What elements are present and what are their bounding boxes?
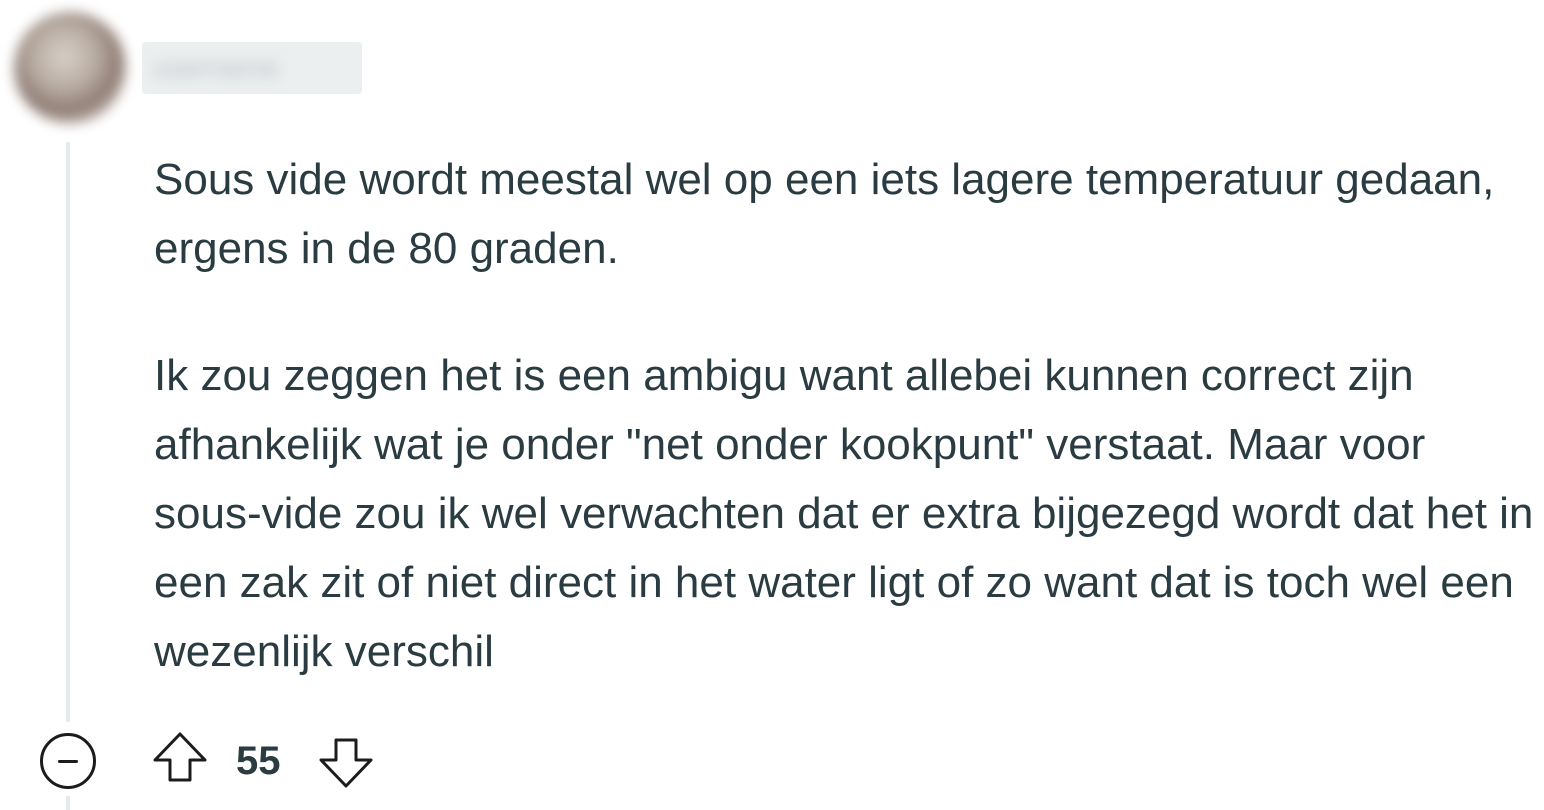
thread-line[interactable]	[66, 142, 70, 722]
collapse-thread-button[interactable]	[40, 733, 96, 789]
comment-paragraph: Sous vide wordt meestal wel op een iets …	[154, 155, 1495, 273]
username-link[interactable]: username	[142, 42, 362, 94]
avatar[interactable]	[14, 12, 126, 124]
comment-body: Sous vide wordt meestal wel op een iets …	[154, 145, 1534, 686]
arrow-up-outline-icon	[153, 732, 207, 782]
collapse-minus-circle-icon	[58, 760, 78, 763]
vote-count: 55	[236, 739, 281, 783]
arrow-down-outline-icon	[319, 738, 373, 788]
downvote-button[interactable]	[316, 732, 376, 792]
upvote-button[interactable]	[150, 728, 210, 788]
username-text: username	[154, 52, 279, 83]
thread-line-continuation[interactable]	[66, 796, 70, 810]
comment-paragraph: Ik zou zeggen het is een ambigu want all…	[154, 351, 1534, 676]
